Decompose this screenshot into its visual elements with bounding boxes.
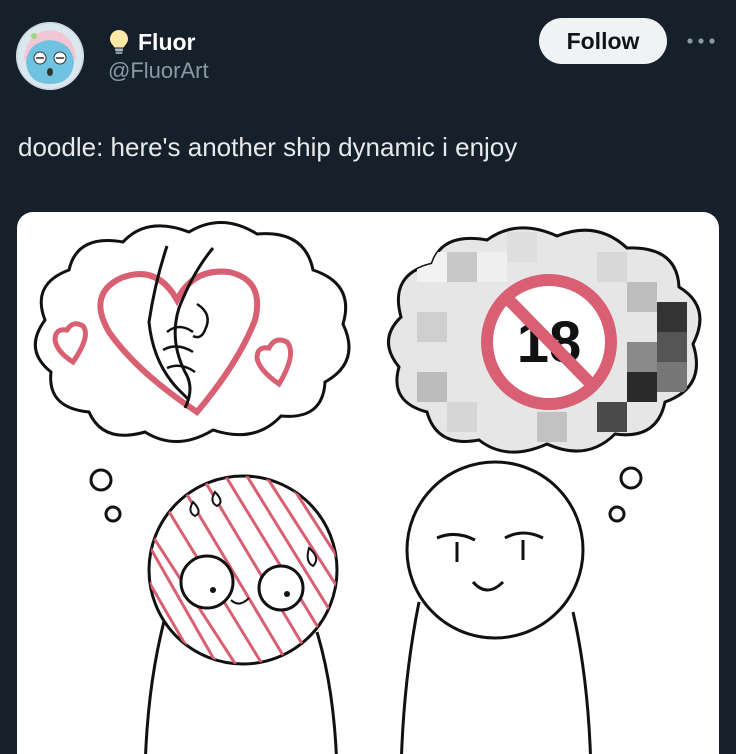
- name-row: Fluor: [108, 28, 209, 56]
- left-thought-bubble: [33, 221, 351, 443]
- tweet-image[interactable]: 18: [17, 212, 719, 754]
- tweet-text: doodle: here's another ship dynamic i en…: [18, 132, 518, 162]
- avatar[interactable]: [16, 22, 84, 90]
- right-thought-bubble: 18: [387, 226, 702, 454]
- flustered-character-head: [147, 474, 339, 666]
- tweet: Fluor @FluorArt Follow doodle: here's an…: [0, 0, 736, 754]
- author-info: Fluor @FluorArt: [108, 28, 209, 84]
- more-dots-icon: [687, 38, 715, 44]
- more-options-button[interactable]: [682, 26, 722, 56]
- smug-character: [400, 460, 592, 754]
- jellyfish-avatar-icon: [16, 22, 84, 90]
- doodle-illustration: 18: [33, 221, 702, 754]
- display-name[interactable]: Fluor: [138, 29, 196, 56]
- lightbulb-icon: [110, 30, 128, 54]
- handle[interactable]: @FluorArt: [108, 58, 209, 84]
- follow-button[interactable]: Follow: [539, 18, 667, 64]
